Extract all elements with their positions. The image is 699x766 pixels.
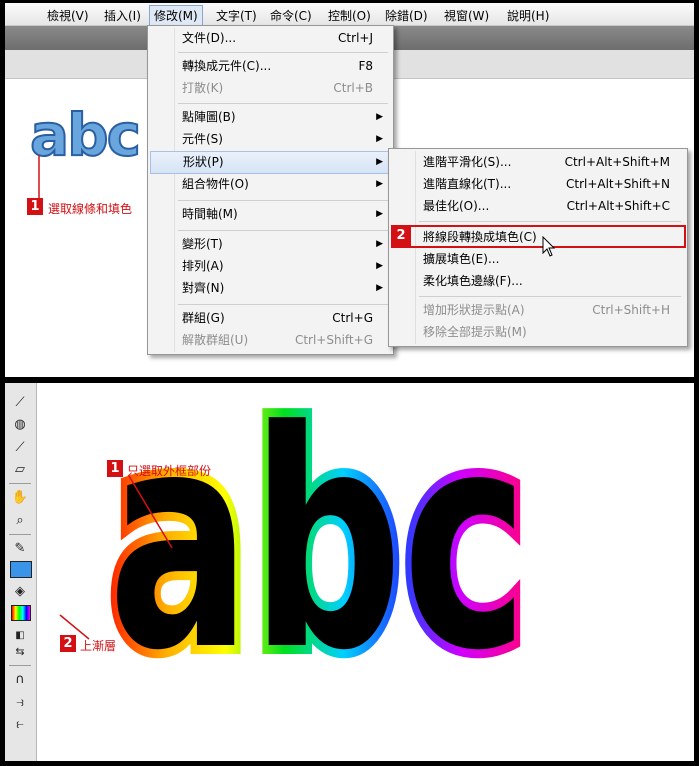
chevron-right-icon: ▶ xyxy=(376,134,383,144)
step-badge-2: 2 xyxy=(391,225,411,246)
chevron-right-icon: ▶ xyxy=(376,239,383,249)
step-badge-1: 1 xyxy=(27,198,43,215)
menu-item-transform[interactable]: 變形(T) ▶ xyxy=(150,234,391,255)
menu-item-document[interactable]: 文件(D)... Ctrl+J xyxy=(150,28,391,49)
paint-bucket-icon[interactable]: ◍ xyxy=(10,415,30,434)
snap-magnet-icon[interactable]: ∩ xyxy=(10,670,30,689)
smooth-icon[interactable]: ⥽ xyxy=(10,693,30,712)
step-label-1: 選取線條和填色 xyxy=(48,202,133,216)
tools-panel: ⟋ ◍ ⟋ ▱ ✋ ⌕ ✎ ◈ ◧ ⇆ ∩ ⥽ ⥼ xyxy=(5,383,37,761)
eraser-icon[interactable]: ▱ xyxy=(10,460,30,479)
menu-item-add-shape-hint: 增加形狀提示點(A) Ctrl+Shift+H xyxy=(423,303,670,317)
chevron-right-icon: ▶ xyxy=(376,283,383,293)
chevron-right-icon: ▶ xyxy=(376,179,383,189)
menu-item-shape[interactable]: 形狀(P) ▶ xyxy=(150,151,391,174)
menu-item-timeline[interactable]: 時間軸(M) ▶ xyxy=(150,204,391,225)
chevron-right-icon: ▶ xyxy=(376,261,383,271)
hand-icon[interactable]: ✋ xyxy=(10,488,30,507)
sample-text-large[interactable]: abc xyxy=(99,383,537,725)
menu-item-remove-all-hints: 移除全部提示點(M) xyxy=(423,325,527,339)
menu-item-combine-objects[interactable]: 組合物件(O) ▶ xyxy=(150,174,391,195)
menu-item-group[interactable]: 群組(G) Ctrl+G xyxy=(150,308,391,329)
menu-item-convert-to-symbol[interactable]: 轉換成元件(C)... F8 xyxy=(150,56,391,77)
menu-item-advanced-smooth[interactable]: 進階平滑化(S)... Ctrl+Alt+Shift+M xyxy=(391,152,685,173)
chevron-right-icon: ▶ xyxy=(376,209,383,219)
straighten-icon[interactable]: ⥼ xyxy=(10,715,30,734)
menu-item-arrange[interactable]: 排列(A) ▶ xyxy=(150,256,391,277)
rainbow-gradient-icon[interactable] xyxy=(11,605,31,621)
menu-item-soften-fill-edges[interactable]: 柔化填色邊緣(F)... xyxy=(391,271,685,292)
chevron-right-icon: ▶ xyxy=(376,112,383,122)
menu-item-ungroup: 解散群組(U) Ctrl+Shift+G xyxy=(182,333,373,347)
step-label-1-bottom: 只選取外框部份 xyxy=(127,464,212,478)
eyedropper-icon[interactable]: ⟋ xyxy=(10,438,30,457)
step-label-2-bottom: 上漸層 xyxy=(80,639,117,653)
menu-item-symbol[interactable]: 元件(S) ▶ xyxy=(150,129,391,150)
highlight-box xyxy=(391,225,686,248)
menu-item-optimize[interactable]: 最佳化(O)... Ctrl+Alt+Shift+C xyxy=(391,196,685,217)
top-screenshot-panel: 檢視(V) 插入(I) 修改(M) 文字(T) 命令(C) 控制(O) 除錯(D… xyxy=(5,3,694,377)
menu-item-break-apart: 打散(K) Ctrl+B xyxy=(182,81,373,95)
menu-item-advanced-straighten[interactable]: 進階直線化(T)... Ctrl+Alt+Shift+N xyxy=(391,174,685,195)
pencil-stroke-icon[interactable]: ✎ xyxy=(10,539,30,558)
chevron-right-icon: ▶ xyxy=(376,157,383,167)
menu-item-align[interactable]: 對齊(N) ▶ xyxy=(150,278,391,299)
swap-colors-icon[interactable]: ⇆ xyxy=(10,642,30,661)
mouse-cursor-icon xyxy=(542,236,556,257)
gradient-outline-canvas: abc xyxy=(59,383,537,725)
menu-item-expand-fill[interactable]: 擴展填色(E)... xyxy=(391,249,685,270)
bucket-fill-icon[interactable]: ◈ xyxy=(10,582,30,601)
bottom-screenshot-panel: ⟋ ◍ ⟋ ▱ ✋ ⌕ ✎ ◈ ◧ ⇆ ∩ ⥽ ⥼ abc 1 只選取外框部份 … xyxy=(5,383,694,761)
menu-item-bitmap[interactable]: 點陣圖(B) ▶ xyxy=(150,107,391,128)
step-badge-1-bottom: 1 xyxy=(107,460,123,477)
step-badge-2-bottom: 2 xyxy=(60,635,76,652)
fill-color-swatch-icon[interactable] xyxy=(10,561,32,578)
zoom-icon[interactable]: ⌕ xyxy=(10,511,30,530)
bone-tool-icon[interactable]: ⟋ xyxy=(10,393,30,412)
modify-menu-dropdown: 文件(D)... Ctrl+J 轉換成元件(C)... F8 打散(K) Ctrl+B… xyxy=(147,25,394,355)
